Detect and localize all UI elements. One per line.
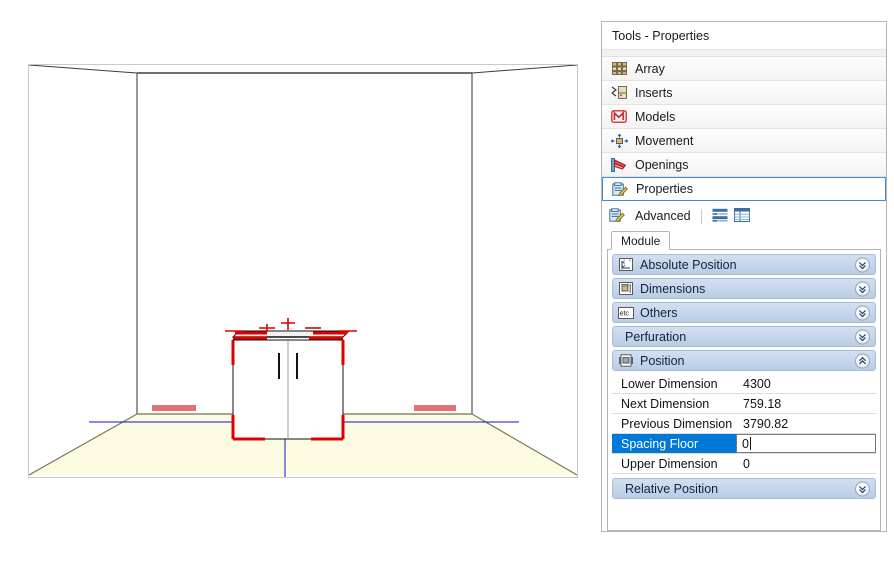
property-name: Upper Dimension	[612, 454, 736, 473]
svg-text:etc: etc	[620, 310, 630, 317]
property-row-spacing-floor[interactable]: Spacing Floor 0	[612, 434, 876, 454]
position-icon	[618, 353, 634, 368]
tool-item-label: Array	[635, 61, 665, 76]
chevron-down-icon[interactable]	[855, 481, 870, 496]
property-value[interactable]: 0	[736, 454, 876, 473]
tool-item-label: Properties	[636, 182, 693, 196]
category-label: Others	[640, 305, 678, 320]
tool-item-label: Models	[635, 109, 676, 124]
tool-item-models[interactable]: Models	[602, 105, 886, 129]
categorized-view-button[interactable]	[712, 208, 728, 225]
spacing-floor-input[interactable]: 0	[742, 437, 749, 451]
models-icon	[610, 109, 628, 125]
dimensions-icon	[618, 281, 634, 296]
position-rows: Lower Dimension 4300 Next Dimension 759.…	[612, 374, 876, 474]
absolute-position-icon: z x y	[618, 257, 634, 272]
property-name: Previous Dimension	[612, 414, 736, 433]
viewport-canvas[interactable]	[29, 65, 577, 477]
property-row-next-dimension[interactable]: Next Dimension 759.18	[612, 394, 876, 414]
tool-item-movement[interactable]: Movement	[602, 129, 886, 153]
property-value-input-wrapper[interactable]: 0	[736, 434, 876, 453]
chevron-down-icon[interactable]	[855, 305, 870, 320]
tab-label: Module	[621, 234, 661, 248]
property-name: Spacing Floor	[612, 434, 736, 453]
chevron-down-icon[interactable]	[855, 281, 870, 296]
chevron-down-icon[interactable]	[855, 329, 870, 344]
advanced-toolbar: Advanced	[607, 205, 881, 227]
tool-item-array[interactable]: Array	[602, 57, 886, 81]
tab-module[interactable]: Module	[611, 231, 671, 250]
property-name: Next Dimension	[612, 394, 736, 413]
category-label: Position	[640, 353, 685, 368]
tool-item-label: Movement	[635, 133, 694, 148]
category-others[interactable]: etc Others	[612, 302, 876, 323]
category-dimensions[interactable]: Dimensions	[612, 278, 876, 299]
properties-icon	[611, 181, 629, 197]
svg-text:z: z	[623, 258, 625, 262]
tools-properties-panel: Tools - Properties Array Inserts Models …	[601, 21, 887, 532]
property-value[interactable]: 759.18	[736, 394, 876, 413]
tool-item-properties[interactable]: Properties	[602, 177, 886, 201]
panel-title-divider	[602, 50, 886, 57]
chevron-down-icon[interactable]	[855, 257, 870, 272]
app-root: Tools - Properties Array Inserts Models …	[0, 0, 894, 584]
tool-item-inserts[interactable]: Inserts	[602, 81, 886, 105]
array-icon	[610, 61, 628, 77]
property-value[interactable]: 3790.82	[736, 414, 876, 433]
property-row-lower-dimension[interactable]: Lower Dimension 4300	[612, 374, 876, 394]
chevron-up-icon[interactable]	[855, 353, 870, 368]
tool-item-openings[interactable]: Openings	[602, 153, 886, 177]
advanced-label: Advanced	[635, 209, 691, 223]
property-name: Lower Dimension	[612, 374, 736, 393]
right-dimension-annotation	[414, 405, 456, 411]
alphabetical-view-button[interactable]	[733, 207, 750, 225]
tools-list: Array Inserts Models Movement Openings P…	[602, 57, 886, 201]
advanced-properties-icon	[609, 207, 625, 225]
advanced-properties-section: Advanced Module z x y Absolute Position …	[602, 201, 886, 531]
panel-title: Tools - Properties	[602, 22, 886, 50]
svg-text:y: y	[621, 267, 623, 271]
grid-empty-space	[612, 502, 876, 524]
category-absolute-position[interactable]: z x y Absolute Position	[612, 254, 876, 275]
category-label: Dimensions	[640, 281, 706, 296]
svg-text:x: x	[629, 258, 631, 262]
toolbar-separator	[700, 208, 702, 224]
property-value[interactable]: 4300	[736, 374, 876, 393]
category-position[interactable]: Position	[612, 350, 876, 371]
ceiling-corner-left	[29, 65, 138, 74]
openings-icon	[610, 157, 628, 173]
category-label: Relative Position	[625, 481, 719, 496]
category-label: Absolute Position	[640, 257, 737, 272]
category-perfuration[interactable]: Perfuration	[612, 326, 876, 347]
3d-room-viewport[interactable]	[28, 64, 578, 478]
category-label: Perfuration	[625, 329, 687, 344]
left-dimension-annotation	[152, 405, 196, 411]
inserts-icon	[610, 85, 628, 101]
tool-item-label: Openings	[635, 157, 689, 172]
text-caret	[749, 437, 751, 450]
etc-icon: etc	[618, 305, 634, 320]
property-tabstrip: Module	[607, 231, 881, 250]
base-cabinet-module[interactable]	[225, 318, 357, 441]
tool-item-label: Inserts	[635, 85, 673, 100]
movement-icon	[610, 133, 628, 149]
property-grid: z x y Absolute Position Dimensions etc O…	[607, 250, 881, 531]
property-row-previous-dimension[interactable]: Previous Dimension 3790.82	[612, 414, 876, 434]
ceiling-corner-right	[471, 65, 577, 74]
category-relative-position[interactable]: Relative Position	[612, 478, 876, 499]
property-row-upper-dimension[interactable]: Upper Dimension 0	[612, 454, 876, 474]
